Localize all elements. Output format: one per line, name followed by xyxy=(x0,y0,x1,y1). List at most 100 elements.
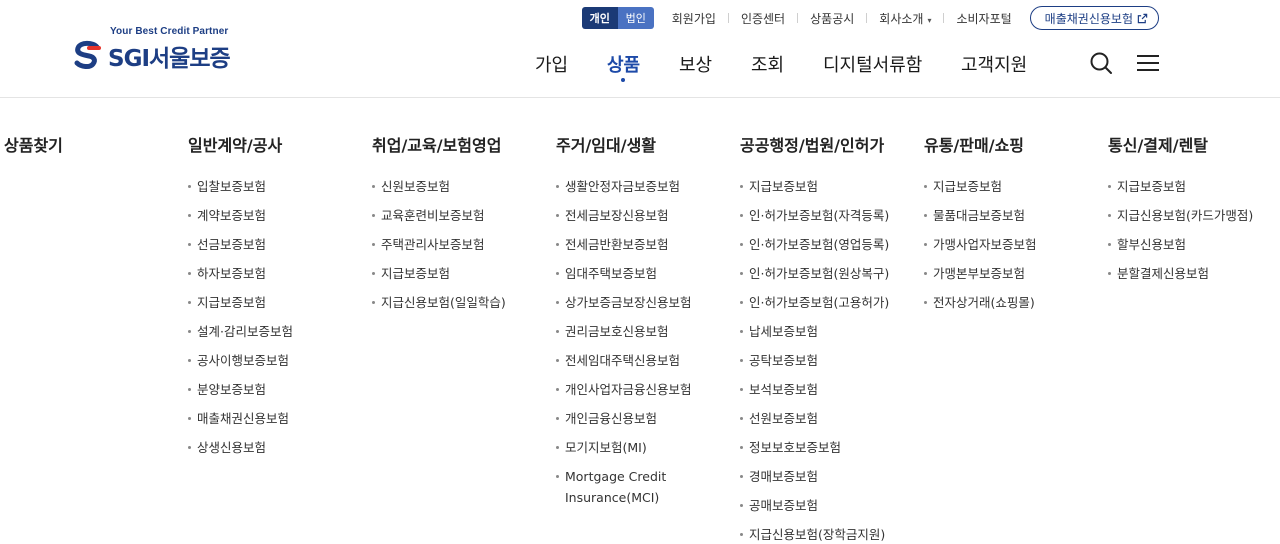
column-title: 통신/결제/렌탈 xyxy=(1108,136,1209,155)
menu-item[interactable]: 할부신용보험 xyxy=(1108,234,1253,263)
menu-item[interactable]: 입찰보증보험 xyxy=(188,176,293,205)
menu-item[interactable]: 인·허가보증보험(영업등록) xyxy=(740,234,889,263)
nav-inquiry[interactable]: 조회 xyxy=(751,51,784,77)
menu-item[interactable]: 지급보증보험 xyxy=(1108,176,1253,205)
menu-item-label: 임대주택보증보험 xyxy=(565,266,658,281)
link-product-disclosure[interactable]: 상품공시 xyxy=(810,10,854,27)
menu-item[interactable]: 분양보증보험 xyxy=(188,379,293,408)
menu-item[interactable]: 지급보증보험 xyxy=(188,292,293,321)
menu-item-label: 하자보증보험 xyxy=(197,266,267,281)
nav-products[interactable]: 상품 xyxy=(607,51,640,77)
menu-item[interactable]: 하자보증보험 xyxy=(188,263,293,292)
menu-item[interactable]: 지급신용보험(카드가맹점) xyxy=(1108,205,1253,234)
menu-item[interactable]: 전세금반환보증보험 xyxy=(556,234,692,263)
link-certification[interactable]: 인증센터 xyxy=(741,10,785,27)
menu-item[interactable]: 지급보증보험 xyxy=(740,176,889,205)
hamburger-menu-icon[interactable] xyxy=(1136,51,1160,75)
menu-item[interactable]: 교육훈련비보증보험 xyxy=(372,205,506,234)
menu-column-telecom-payment: 통신/결제/렌탈 지급보증보험 지급신용보험(카드가맹점) 할부신용보험 분할결… xyxy=(1108,134,1253,292)
nav-digital-documents[interactable]: 디지털서류함 xyxy=(823,51,922,77)
menu-item[interactable]: 설계·감리보증보험 xyxy=(188,321,293,350)
menu-item[interactable]: 전자상거래(쇼핑몰) xyxy=(924,292,1037,321)
menu-item[interactable]: 지급신용보험(장학금지원) xyxy=(740,524,889,544)
menu-item[interactable]: 보석보증보험 xyxy=(740,379,889,408)
menu-item[interactable]: 신원보증보험 xyxy=(372,176,506,205)
menu-item[interactable]: 지급보증보험 xyxy=(372,263,506,292)
nav-customer-support[interactable]: 고객지원 xyxy=(961,51,1027,77)
menu-item[interactable]: 선금보증보험 xyxy=(188,234,293,263)
menu-item[interactable]: 모기지보험(MI) xyxy=(556,437,692,466)
menu-item[interactable]: 지급보증보험 xyxy=(924,176,1037,205)
customer-type-toggle: 개인 법인 xyxy=(581,7,654,29)
menu-item[interactable]: 물품대금보증보험 xyxy=(924,205,1037,234)
menu-item[interactable]: 가맹본부보증보험 xyxy=(924,263,1037,292)
menu-item-label: 지급보증보험 xyxy=(1117,179,1187,194)
menu-list: 지급보증보험 인·허가보증보험(자격등록) 인·허가보증보험(영업등록) 인·허… xyxy=(740,176,889,544)
menu-item-label: 정보보호보증보험 xyxy=(749,440,842,455)
menu-item[interactable]: 매출채권신용보험 xyxy=(188,408,293,437)
link-company[interactable]: 회사소개 ▾ xyxy=(879,10,931,27)
toggle-corporate[interactable]: 법인 xyxy=(617,7,654,29)
menu-item-label: 선금보증보험 xyxy=(197,237,267,252)
nav-compensation[interactable]: 보상 xyxy=(679,51,712,77)
external-link-icon xyxy=(1137,13,1148,23)
menu-list: 지급보증보험 지급신용보험(카드가맹점) 할부신용보험 분할결제신용보험 xyxy=(1108,176,1253,292)
menu-item-label: 생활안정자금보증보험 xyxy=(565,179,681,194)
menu-item-label: 주택관리사보증보험 xyxy=(381,237,485,252)
menu-item-label: 전세금보장신용보험 xyxy=(565,208,669,223)
menu-item[interactable]: 공탁보증보험 xyxy=(740,350,889,379)
menu-item-label: 인·허가보증보험(영업등록) xyxy=(749,237,890,252)
menu-item-label: 물품대금보증보험 xyxy=(933,208,1026,223)
menu-item[interactable]: 공매보증보험 xyxy=(740,495,889,524)
menu-item-label: 납세보증보험 xyxy=(749,324,819,339)
menu-item[interactable]: 계약보증보험 xyxy=(188,205,293,234)
menu-item[interactable]: 분할결제신용보험 xyxy=(1108,263,1253,292)
toggle-personal[interactable]: 개인 xyxy=(581,7,618,29)
menu-column-public-administration: 공공행정/법원/인허가 지급보증보험 인·허가보증보험(자격등록) 인·허가보증… xyxy=(740,134,889,544)
menu-item[interactable]: 지급신용보험(일일학습) xyxy=(372,292,506,321)
menu-item[interactable]: 전세금보장신용보험 xyxy=(556,205,692,234)
menu-list: 입찰보증보험 계약보증보험 선금보증보험 하자보증보험 지급보증보험 설계·감리… xyxy=(188,176,293,466)
menu-item[interactable]: 주택관리사보증보험 xyxy=(372,234,506,263)
nav-join[interactable]: 가입 xyxy=(535,51,568,77)
menu-item-label: 전세임대주택신용보험 xyxy=(565,353,681,368)
menu-item-label: 분양보증보험 xyxy=(197,382,267,397)
active-nav-indicator xyxy=(621,78,625,82)
column-title[interactable]: 상품찾기 xyxy=(4,134,63,158)
menu-item-label: 지급신용보험(장학금지원) xyxy=(749,527,886,542)
receivables-insurance-label: 매출채권신용보험 xyxy=(1044,11,1133,26)
divider xyxy=(943,13,945,23)
menu-item[interactable]: 인·허가보증보험(고용허가) xyxy=(740,292,889,321)
link-company-label: 회사소개 xyxy=(879,11,924,26)
menu-item[interactable]: 개인사업자금융신용보험 xyxy=(556,379,692,408)
menu-item[interactable]: 정보보호보증보험 xyxy=(740,437,889,466)
menu-item[interactable]: 개인금융신용보험 xyxy=(556,408,692,437)
menu-item[interactable]: 권리금보호신용보험 xyxy=(556,321,692,350)
menu-item[interactable]: 인·허가보증보험(원상복구) xyxy=(740,263,889,292)
menu-item[interactable]: 공사이행보증보험 xyxy=(188,350,293,379)
menu-item[interactable]: 전세임대주택신용보험 xyxy=(556,350,692,379)
menu-item[interactable]: 상가보증금보장신용보험 xyxy=(556,292,692,321)
menu-item[interactable]: Mortgage Credit Insurance(MCI) xyxy=(556,466,682,508)
menu-column-find-products: 상품찾기 xyxy=(4,134,63,158)
menu-item[interactable]: 상생신용보험 xyxy=(188,437,293,466)
menu-item-label: 지급보증보험 xyxy=(381,266,451,281)
menu-column-retail-shopping: 유통/판매/쇼핑 지급보증보험 물품대금보증보험 가맹사업자보증보험 가맹본부보… xyxy=(924,134,1037,321)
menu-item[interactable]: 임대주택보증보험 xyxy=(556,263,692,292)
menu-item-label: 모기지보험(MI) xyxy=(565,440,647,455)
menu-item[interactable]: 납세보증보험 xyxy=(740,321,889,350)
menu-item[interactable]: 인·허가보증보험(자격등록) xyxy=(740,205,889,234)
menu-item-label: 전자상거래(쇼핑몰) xyxy=(933,295,1035,310)
menu-list: 생활안정자금보증보험 전세금보장신용보험 전세금반환보증보험 임대주택보증보험 … xyxy=(556,176,692,508)
menu-item-label: 경매보증보험 xyxy=(749,469,819,484)
receivables-insurance-button[interactable]: 매출채권신용보험 xyxy=(1029,6,1159,30)
link-consumer-portal[interactable]: 소비자포털 xyxy=(956,10,1011,27)
search-icon[interactable] xyxy=(1089,51,1113,75)
menu-item-label: 인·허가보증보험(자격등록) xyxy=(749,208,890,223)
menu-item[interactable]: 선원보증보험 xyxy=(740,408,889,437)
menu-item[interactable]: 경매보증보험 xyxy=(740,466,889,495)
link-signup[interactable]: 회원가입 xyxy=(672,10,716,27)
column-title: 주거/임대/생활 xyxy=(556,136,657,155)
menu-item[interactable]: 가맹사업자보증보험 xyxy=(924,234,1037,263)
menu-item[interactable]: 생활안정자금보증보험 xyxy=(556,176,692,205)
